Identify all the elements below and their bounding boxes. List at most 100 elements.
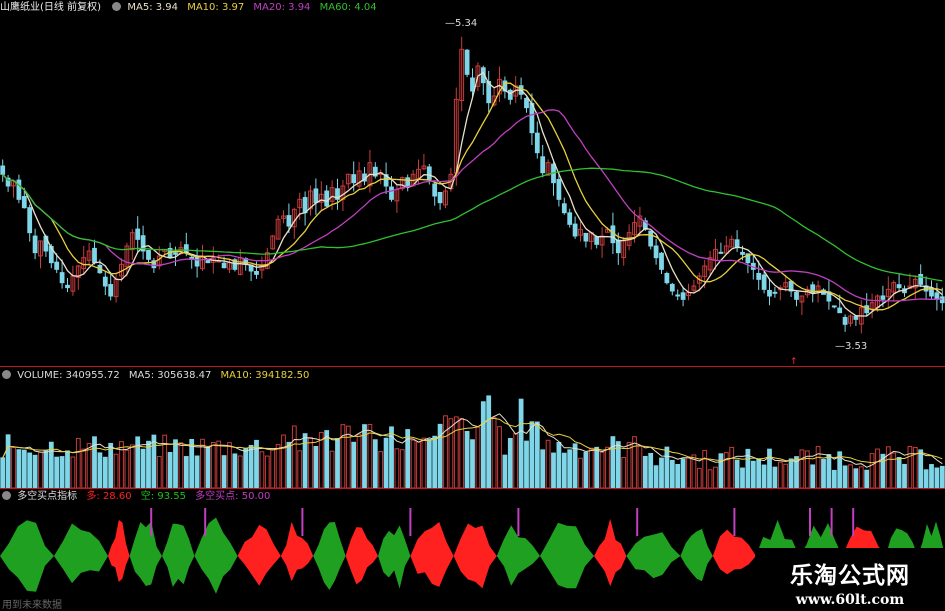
candle-body [254,270,259,275]
volume-bar [448,418,454,488]
candle-body [669,283,675,292]
candle-body [567,212,573,225]
volume-bar [864,469,870,488]
volume-bar [464,430,470,488]
volume-chart[interactable] [0,383,945,488]
volume-bar [227,442,232,488]
indicator-band [313,522,346,590]
volume-bar [383,437,389,488]
candle-body [842,316,848,325]
candle-body [102,276,108,287]
price-chart[interactable]: ↑ [0,16,945,366]
ma10-label: MA10: 3.97 [187,2,245,13]
volume-bar [167,451,173,488]
volume-bar [534,421,540,488]
volume-bar [848,464,853,488]
candle-body [432,183,438,197]
volume-bar [939,465,945,488]
candle-body [767,289,772,297]
candle-body [524,97,529,109]
volume-bar [626,441,632,488]
volume-bar [378,451,384,488]
volume-bar [351,441,357,488]
panel-divider-1 [0,366,945,367]
volume-bar [686,457,691,488]
volume-bar [291,425,297,488]
settings-circle-icon[interactable] [2,370,11,379]
volume-bar [734,459,740,488]
volume-bar [113,453,119,488]
volume-bar [286,441,292,488]
volume-bar [475,426,481,488]
volume-bar [605,446,610,488]
volume-bar [518,398,524,488]
volume-bar [340,424,346,488]
candle-body [918,273,924,285]
indicator-title: 多空买点指标 [17,491,78,502]
candle-body [756,272,762,280]
volume-bar [437,423,443,488]
indicator-band [237,524,281,586]
indicator-band [378,525,411,589]
volume-bar [578,457,583,488]
high-price-marker: —5.34 [445,18,478,29]
volume-bar [826,454,832,488]
volume-bar [815,446,821,488]
indicator-band [162,523,195,587]
volume-bar [399,449,405,488]
watermark-url: www.60lt.com [795,592,905,608]
candle-body [718,251,724,254]
candle-body [572,223,578,237]
candle-body [653,245,659,259]
volume-bar [194,455,200,488]
indicator-band [594,518,627,587]
volume-bar [729,446,735,488]
volume-bar [97,452,103,488]
volume-bar [81,448,87,488]
volume-bar [707,469,713,488]
candle-body [65,284,70,289]
stock-name[interactable]: 山鹰纸业(日线 前复权) [0,2,101,13]
volume-bar [416,441,421,488]
volume-bar [588,447,594,488]
candle-body [794,291,799,300]
ma10-line [2,82,943,311]
volume-bar [259,451,265,488]
volume-bar [129,444,135,488]
settings-circle-icon[interactable] [2,491,11,500]
indicator-buy: 多空买点: 50.00 [195,491,271,502]
volume-bar [119,441,124,488]
candle-body [540,156,546,174]
candle-body [16,179,22,200]
low-price-marker: —3.53 [835,341,868,352]
volume-bar [599,451,605,488]
volume-bar [302,433,308,488]
volume-bar [356,433,362,488]
candle-body [437,191,443,204]
volume-bar [642,455,648,488]
candle-body [648,230,654,247]
candle-body [54,261,60,270]
volume-bar [54,456,60,488]
volume-bar [65,450,70,488]
volume-bar [470,439,475,488]
candle-body [194,256,200,267]
volume-bar [146,440,151,488]
volume-bar [675,463,681,488]
volume-bar [59,456,65,488]
volume-bar [335,438,340,488]
candle-body [680,292,686,300]
candle-body [556,179,562,200]
volume-bar [891,452,897,488]
volume-bar [27,452,33,488]
candle-body [594,236,600,245]
settings-circle-icon[interactable] [112,2,122,11]
volume-bar [124,449,130,488]
candle-body [205,260,211,264]
indicator-long: 多: 28.60 [86,491,132,502]
candle-body [464,49,470,75]
indicator-band [540,522,594,589]
volume-bar [5,434,11,488]
volume-bar [853,468,859,488]
volume-bar [713,466,718,488]
